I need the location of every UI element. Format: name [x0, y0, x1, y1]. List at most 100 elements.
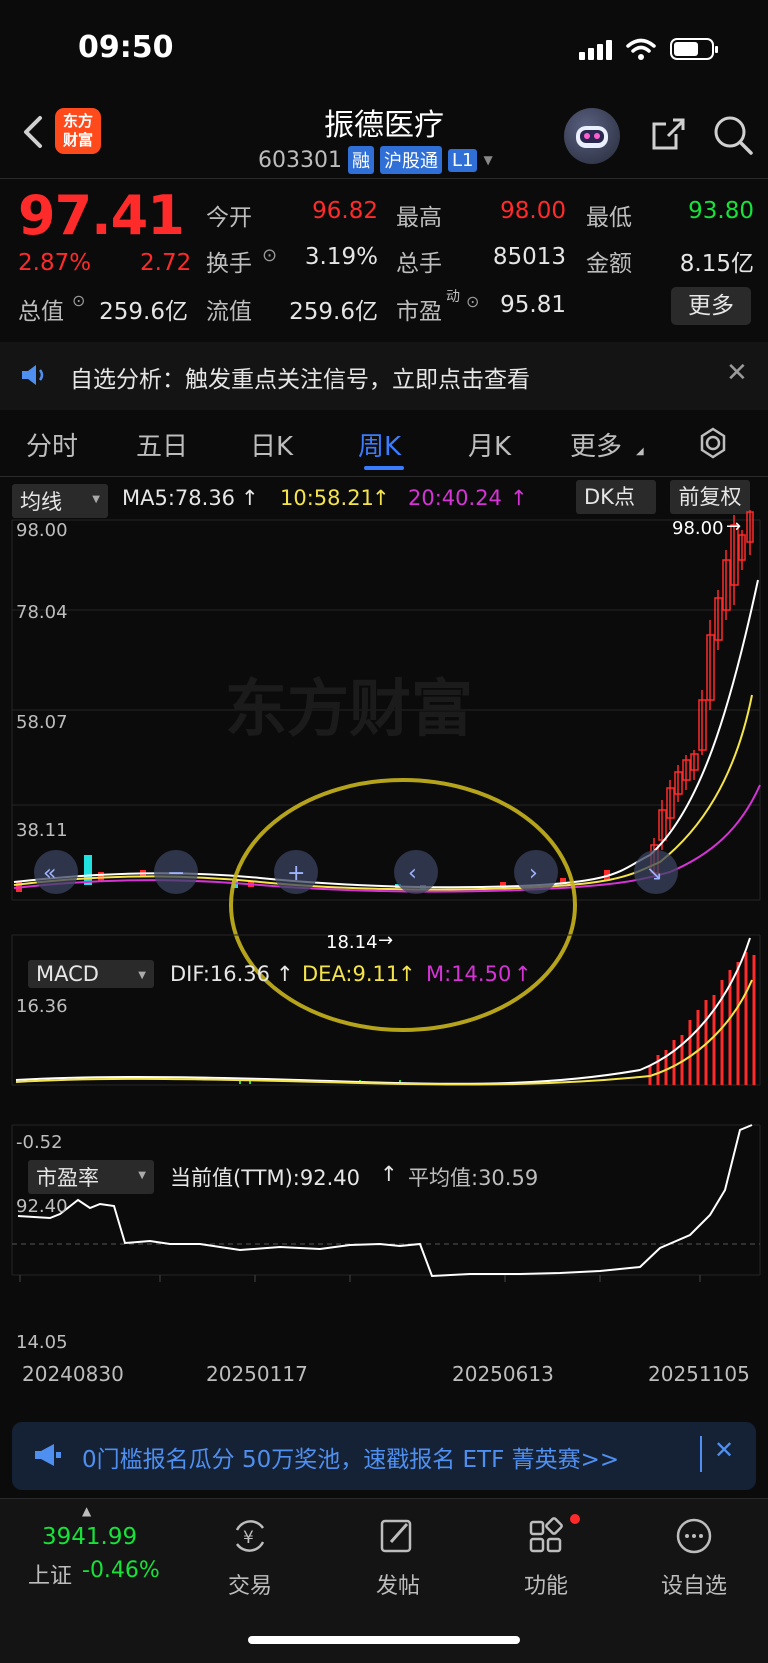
info-icon[interactable]: ⊙ — [466, 292, 479, 311]
info-icon[interactable]: ⊙ — [72, 291, 85, 310]
svg-text:‹: ‹ — [408, 861, 417, 886]
notice-text: 自选分析：触发重点关注信号，立即点击查看 — [70, 367, 530, 393]
up-arrow-icon: ↑ — [514, 962, 532, 986]
chevron-down-icon: ▼ — [138, 970, 146, 981]
svg-text:+: + — [287, 861, 305, 886]
banner-divider — [700, 1436, 702, 1472]
x-label-2: 20250613 — [452, 1362, 554, 1386]
y-label-38: 38.11 — [16, 820, 68, 841]
signal-icon — [579, 40, 612, 60]
x-axis-ticks — [19, 1275, 701, 1282]
triangle-up-icon: ▲ — [82, 1504, 92, 1518]
dk-point-button[interactable]: DK点 — [576, 480, 656, 514]
tab-monthly-k[interactable]: 月K — [468, 426, 511, 463]
up-arrow-icon: ↑ — [372, 486, 390, 510]
status-icons — [579, 38, 718, 60]
amount-value: 8.15亿 — [679, 251, 754, 277]
pe-average: 平均值:30.59 — [408, 1166, 539, 1190]
tab-more[interactable]: 更多 — [570, 426, 622, 463]
tab-weekly-k[interactable]: 周K — [358, 426, 401, 463]
pe-grid — [11, 1124, 761, 1276]
nav-add-watch-label: 设自选 — [660, 1574, 727, 1599]
nav-features-label: 功能 — [523, 1574, 568, 1599]
edit-icon — [380, 1519, 412, 1553]
trade-icon: ¥ — [235, 1520, 265, 1552]
adjust-button[interactable]: 前复权 — [670, 480, 750, 514]
tab-daily-k[interactable]: 日K — [250, 426, 293, 463]
tab-intraday[interactable]: 分时 — [26, 426, 78, 463]
nav-add-watch[interactable]: 设自选 — [644, 1516, 744, 1600]
turnover-label: 换手 — [206, 251, 252, 277]
dif-value: DIF:16.36 — [170, 962, 271, 986]
status-time: 09:50 — [78, 30, 174, 65]
x-label-3: 20251105 — [648, 1362, 750, 1386]
dropdown-triangle-icon: ◢ — [636, 446, 644, 457]
right-arrow-icon: → — [726, 516, 742, 537]
macd-y-bottom: -0.52 — [16, 1132, 63, 1153]
high-value: 98.00 — [500, 198, 566, 224]
pe-line — [17, 1124, 753, 1278]
open-label: 今开 — [206, 205, 252, 231]
macd-grid — [11, 934, 761, 1086]
tabs-divider — [0, 476, 768, 477]
wifi-icon — [626, 38, 656, 60]
float-label: 流值 — [206, 299, 252, 325]
right-arrow-icon: → — [378, 930, 394, 951]
tab-5day[interactable]: 五日 — [136, 426, 188, 463]
battery-icon — [670, 38, 718, 60]
nav-trade-label: 交易 — [227, 1574, 272, 1599]
low-label: 最低 — [586, 205, 632, 231]
assistant-robot-icon[interactable] — [564, 108, 620, 164]
macd-y-top: 16.36 — [16, 996, 68, 1017]
nav-trade[interactable]: ¥ 交易 — [200, 1516, 300, 1600]
gear-icon[interactable] — [696, 426, 730, 460]
pe-current: 当前值(TTM):92.40 — [170, 1166, 360, 1190]
mktcap-label: 总值 — [18, 299, 64, 325]
chevron-down-icon: ▼ — [483, 153, 493, 167]
speaker-icon — [22, 365, 44, 385]
open-value: 96.82 — [312, 198, 378, 224]
x-label-1: 20250117 — [206, 1362, 308, 1386]
low-value: 93.80 — [688, 198, 754, 224]
float-value: 259.6亿 — [289, 299, 378, 325]
nav-features[interactable]: 功能 — [496, 1514, 596, 1600]
tag-margin: 融 — [347, 146, 374, 174]
chevron-down-icon: ▼ — [138, 1170, 146, 1181]
macd-select[interactable]: MACD ▼ — [28, 960, 154, 988]
nav-post[interactable]: 发帖 — [348, 1516, 448, 1600]
turnover-value: 3.19% — [304, 244, 378, 270]
macd-select-label: MACD — [36, 962, 99, 986]
high-label: 最高 — [396, 205, 442, 231]
share-icon[interactable] — [648, 114, 688, 154]
more-button[interactable]: 更多 — [671, 287, 751, 325]
index-name: 上证 — [28, 1564, 73, 1589]
pe-label: 市盈 — [396, 299, 442, 325]
svg-text:«: « — [43, 861, 56, 886]
chevron-down-icon: ▼ — [92, 494, 100, 505]
up-arrow-icon: ↑ — [380, 1162, 398, 1186]
info-icon[interactable]: ⊙ — [262, 245, 277, 266]
up-arrow-icon: ↑ — [241, 486, 259, 510]
pe-y-bottom: 14.05 — [16, 1332, 68, 1353]
search-icon[interactable] — [712, 114, 754, 156]
m-value: M:14.50 — [426, 962, 512, 986]
y-label-78: 78.04 — [16, 602, 68, 623]
watermark: 东方财富 — [225, 672, 473, 745]
pe-select[interactable]: 市盈率 ▼ — [28, 1160, 154, 1194]
nav-post-label: 发帖 — [375, 1574, 420, 1599]
dea-value: DEA:9.11 — [302, 962, 400, 986]
pe-select-label: 市盈率 — [36, 1166, 99, 1190]
close-icon[interactable]: ✕ — [714, 1436, 734, 1464]
macd-histogram — [648, 952, 756, 1085]
header-divider — [0, 178, 768, 179]
index-change: -0.46% — [82, 1558, 160, 1583]
index-value[interactable]: 3941.99 — [42, 1524, 137, 1550]
stock-code-row[interactable]: 603301 融 沪股通 L1 ▼ — [258, 146, 493, 174]
min-marker: 18.14 — [326, 932, 378, 953]
up-arrow-icon: ↑ — [276, 962, 294, 986]
ma10-value: 10:58.21 — [280, 486, 374, 510]
up-arrow-icon: ↑ — [398, 962, 416, 986]
tag-level: L1 — [447, 148, 478, 172]
stock-code: 603301 — [258, 147, 342, 173]
close-icon[interactable]: ✕ — [726, 358, 748, 388]
